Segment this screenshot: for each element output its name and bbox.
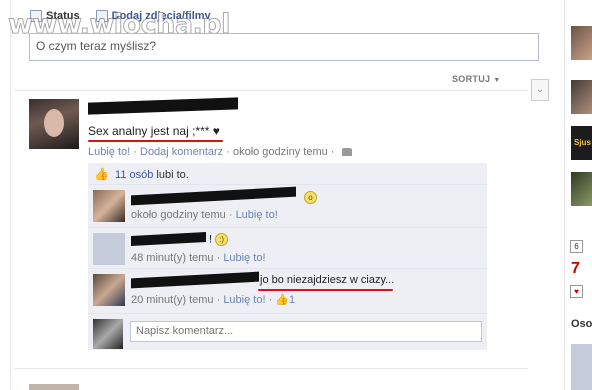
chevron-down-icon[interactable]: ⌄ <box>531 79 549 101</box>
comment: o około godziny temu · Lubię to! <box>88 186 487 228</box>
status-input[interactable]: O czym teraz myślisz? <box>29 33 539 61</box>
add-comment-link[interactable]: Dodaj komentarz <box>140 146 223 158</box>
comment-meta: 48 minut(y) temu · Lubię to! <box>131 252 266 264</box>
left-border <box>10 0 11 390</box>
comment-emoticon: o <box>304 191 317 204</box>
sidebar-thumbnail-label: Sjus <box>574 138 591 147</box>
commenter-avatar[interactable] <box>93 233 125 265</box>
separator: · <box>133 146 137 158</box>
current-user-avatar <box>93 319 123 349</box>
author-name-redacted <box>88 97 238 115</box>
comment-like-link[interactable]: Lubię to! <box>236 209 278 221</box>
likes-count-link[interactable]: 11 osób <box>115 169 153 181</box>
red-underline <box>258 289 393 291</box>
avatar-face <box>44 109 64 137</box>
comment-like-count[interactable]: 👍1 <box>275 294 295 306</box>
sidebar-thumbnail[interactable] <box>571 344 592 390</box>
thumbs-up-icon: 👍 <box>275 294 289 306</box>
right-sidebar: Sjus 6 7 ♥ Oso <box>564 0 592 390</box>
comment-time: około godziny temu <box>131 209 226 221</box>
caret-down-icon: ▼ <box>493 77 501 84</box>
post-meta: Lubię to! · Dodaj komentarz · około godz… <box>88 146 352 158</box>
sidebar-thumbnail[interactable]: Sjus <box>571 126 592 160</box>
next-post-avatar[interactable] <box>29 384 79 390</box>
comment-text: ! :) <box>209 233 229 246</box>
like-count-value: 1 <box>289 294 296 306</box>
gift-icon[interactable]: ♥ <box>570 285 583 298</box>
commenter-name-redacted <box>131 232 206 246</box>
comment-meta: 20 minut(y) temu · Lubię to! · 👍1 <box>131 294 296 306</box>
separator: · <box>330 146 335 158</box>
commenter-avatar[interactable] <box>93 190 125 222</box>
commenter-name-redacted <box>131 271 259 289</box>
comment-meta: około godziny temu · Lubię to! <box>131 209 278 221</box>
likes-suffix: lubi to. <box>156 169 189 181</box>
sidebar-thumbnail[interactable] <box>571 26 592 60</box>
audience-icon[interactable] <box>341 148 352 157</box>
comment-input[interactable]: Napisz komentarz... <box>130 321 482 342</box>
divider <box>14 368 528 369</box>
comment-time: 20 minut(y) temu <box>131 294 214 306</box>
commenter-avatar[interactable] <box>93 274 125 306</box>
comment-text-value: ! <box>209 233 213 246</box>
thumbs-up-icon: 👍 <box>94 167 109 181</box>
like-link[interactable]: Lubię to! <box>88 146 130 158</box>
sidebar-section-label: Oso <box>571 318 592 330</box>
comment-like-link[interactable]: Lubię to! <box>223 294 265 306</box>
comment-like-link[interactable]: Lubię to! <box>223 252 265 264</box>
write-comment-row: Napisz komentarz... <box>88 315 487 350</box>
calendar-icon[interactable]: 6 <box>570 240 583 253</box>
comment: jo bo niezajdziesz w ciazy... 20 minut(y… <box>88 270 487 314</box>
smiley-icon: :) <box>215 233 229 246</box>
comment: ! :) 48 minut(y) temu · Lubię to! <box>88 229 487 269</box>
sort-label: SORTUJ <box>452 74 491 84</box>
comment-time: 48 minut(y) temu <box>131 252 214 264</box>
surprised-smiley-icon: o <box>304 191 317 204</box>
sort-button[interactable]: SORTUJ ▼ <box>452 74 501 84</box>
likes-summary: 👍 11 osób lubi to. <box>88 163 487 185</box>
red-underline <box>88 140 223 142</box>
sidebar-number: 7 <box>571 260 580 277</box>
divider <box>14 90 528 91</box>
sidebar-thumbnail[interactable] <box>571 80 592 114</box>
post-text: Sex analny jest naj ;*** ♥ <box>88 124 220 138</box>
comments-box: 👍 11 osób lubi to. o około godziny temu … <box>88 163 487 350</box>
comment-text: jo bo niezajdziesz w ciazy... <box>260 274 395 286</box>
commenter-name-redacted <box>131 186 296 206</box>
author-avatar[interactable] <box>29 99 79 149</box>
sidebar-thumbnail[interactable] <box>571 172 592 206</box>
post-time: około godziny temu <box>232 146 328 158</box>
separator: · <box>226 146 230 158</box>
